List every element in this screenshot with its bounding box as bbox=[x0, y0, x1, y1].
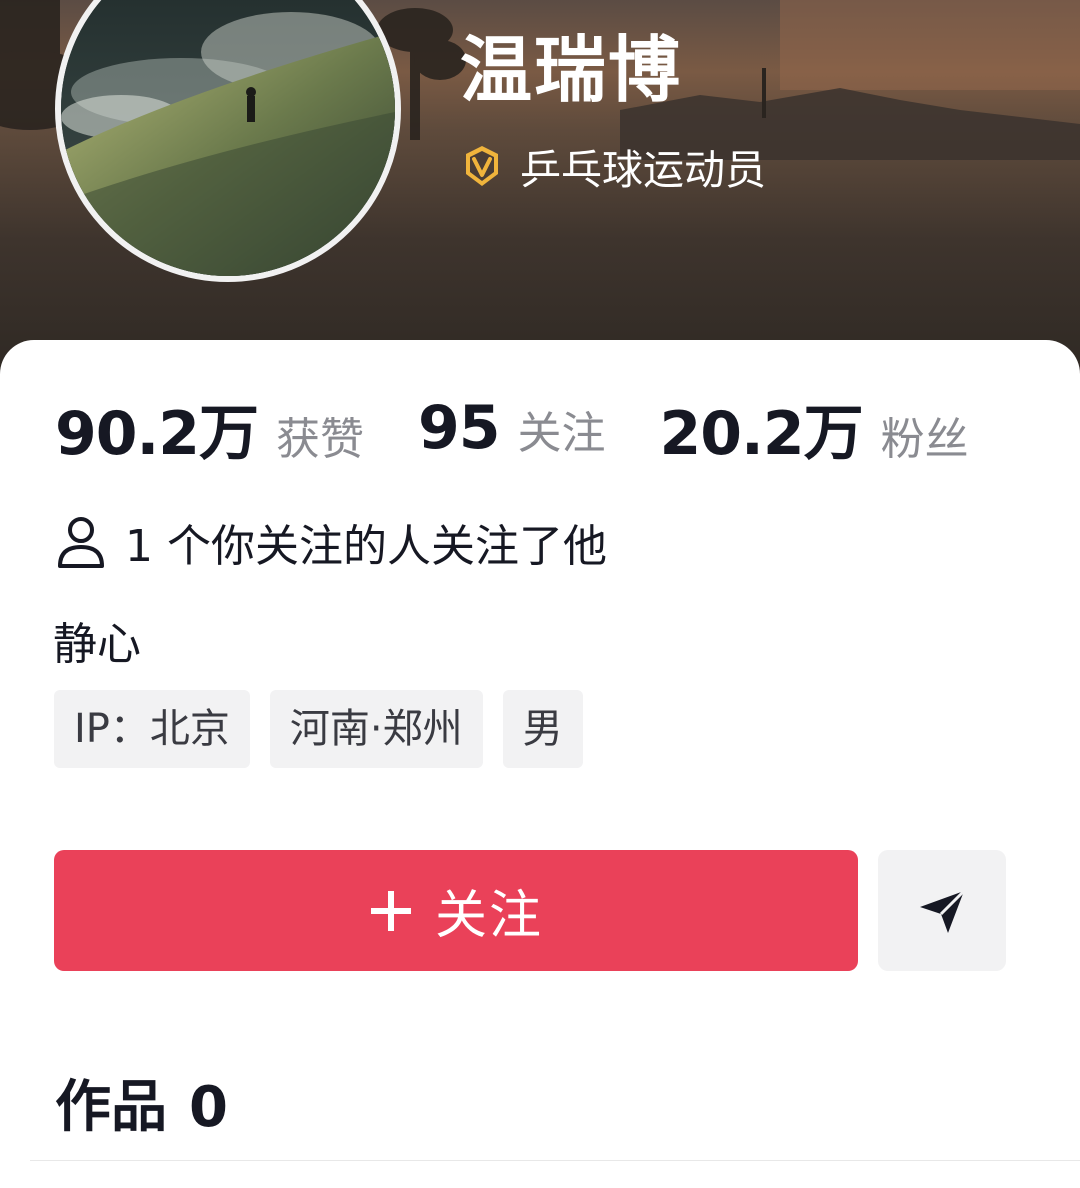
stat-followers[interactable]: 20.2万 粉丝 bbox=[660, 385, 969, 472]
works-label: 作品 bbox=[55, 1075, 167, 1140]
plus-icon bbox=[370, 890, 411, 931]
tag-ip: IP：北京 bbox=[54, 690, 250, 768]
tag-location[interactable]: 河南·郑州 bbox=[269, 690, 483, 768]
send-icon bbox=[920, 889, 966, 933]
follow-label: 关注 bbox=[434, 886, 543, 946]
profile-page: 温瑞博 乒乓球运动员 90.2万 获赞 95 关注 20.2万 粉丝 1 个你关注的人… bbox=[0, 0, 1080, 1188]
stat-likes[interactable]: 90.2万 获赞 bbox=[55, 385, 364, 472]
stat-followers-value: 20.2万 bbox=[659, 398, 864, 469]
stat-following-label: 关注 bbox=[517, 408, 606, 459]
divider bbox=[30, 1160, 1080, 1161]
mutual-follow-text: 1 个你关注的人关注了他 bbox=[125, 521, 607, 572]
works-count: 0 bbox=[189, 1075, 228, 1140]
verification-row: 乒乓球运动员 bbox=[460, 140, 766, 194]
bio-text: 静心 bbox=[53, 619, 141, 670]
avatar-landscape-image bbox=[61, 0, 395, 276]
stat-likes-label: 获赞 bbox=[276, 413, 365, 465]
verified-v-badge-icon bbox=[466, 146, 498, 186]
stat-following-value: 95 bbox=[418, 393, 500, 463]
tags-row: IP：北京 河南·郑州 男 bbox=[54, 690, 603, 768]
stat-following[interactable]: 95 关注 bbox=[418, 393, 606, 463]
tag-gender: 男 bbox=[502, 690, 583, 768]
stats-row: 90.2万 获赞 95 关注 20.2万 粉丝 bbox=[55, 392, 969, 469]
mutual-follow-row[interactable]: 1 个你关注的人关注了他 bbox=[55, 510, 607, 574]
message-button[interactable] bbox=[878, 850, 1006, 971]
works-heading[interactable]: 作品 0 bbox=[55, 1062, 228, 1143]
person-icon bbox=[58, 517, 104, 568]
user-name: 温瑞博 bbox=[460, 28, 683, 112]
verification-label: 乒乓球运动员 bbox=[520, 146, 766, 194]
stat-likes-value: 90.2万 bbox=[55, 398, 259, 469]
follow-button[interactable]: 关注 bbox=[54, 850, 858, 971]
stat-followers-label: 粉丝 bbox=[880, 413, 969, 465]
